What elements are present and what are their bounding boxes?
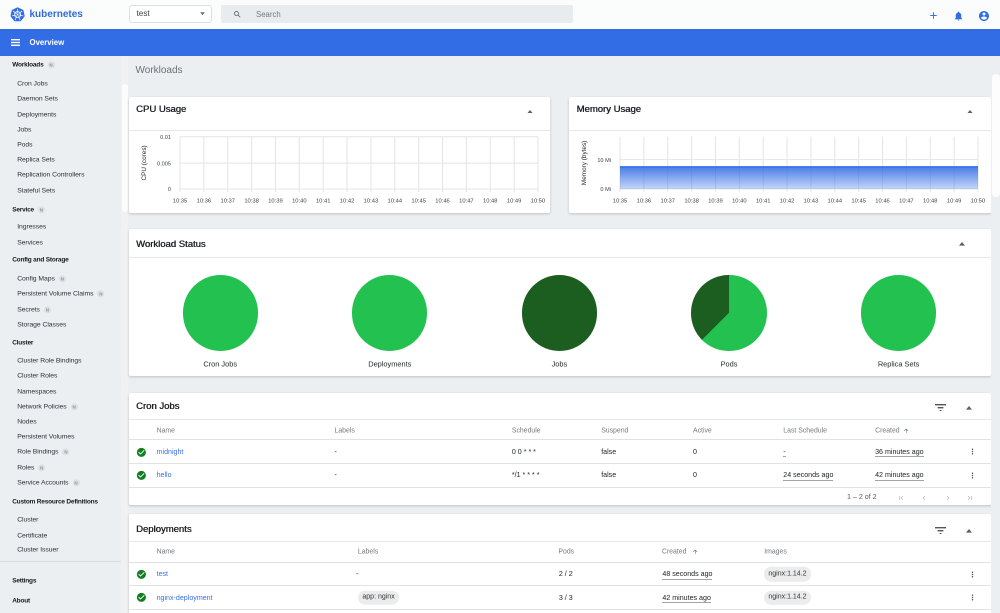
svg-text:10:47: 10:47	[899, 199, 914, 205]
svg-text:10:42: 10:42	[780, 199, 795, 205]
svg-text:10:50: 10:50	[530, 199, 545, 205]
svg-text:10:38: 10:38	[244, 199, 259, 205]
svg-text:10:43: 10:43	[804, 199, 819, 205]
svg-text:10:41: 10:41	[315, 199, 330, 205]
svg-text:10:48: 10:48	[923, 199, 938, 205]
svg-text:10:40: 10:40	[732, 199, 747, 205]
svg-text:10:42: 10:42	[339, 199, 354, 205]
svg-text:10:43: 10:43	[363, 199, 378, 205]
svg-text:10:44: 10:44	[828, 199, 843, 205]
svg-text:10:35: 10:35	[613, 199, 628, 205]
svg-text:10:35: 10:35	[172, 199, 187, 205]
svg-text:10:48: 10:48	[483, 199, 498, 205]
svg-text:10:39: 10:39	[268, 199, 283, 205]
svg-text:0.005: 0.005	[157, 161, 171, 167]
svg-text:10:44: 10:44	[387, 199, 402, 205]
svg-text:10:37: 10:37	[660, 199, 675, 205]
svg-text:10:38: 10:38	[684, 199, 699, 205]
svg-text:10:49: 10:49	[947, 199, 962, 205]
svg-text:10:37: 10:37	[220, 199, 235, 205]
svg-text:10:36: 10:36	[196, 199, 211, 205]
svg-text:Memory (bytes): Memory (bytes)	[581, 141, 588, 185]
svg-text:10:40: 10:40	[292, 199, 307, 205]
svg-text:10:36: 10:36	[637, 199, 652, 205]
svg-text:0: 0	[167, 187, 170, 193]
svg-text:0 Mi: 0 Mi	[600, 187, 611, 193]
svg-text:10:50: 10:50	[971, 199, 986, 205]
svg-text:10:46: 10:46	[435, 199, 450, 205]
svg-text:10:47: 10:47	[459, 199, 474, 205]
svg-text:10:45: 10:45	[851, 199, 866, 205]
svg-text:10:41: 10:41	[756, 199, 771, 205]
svg-text:10 Mi: 10 Mi	[597, 158, 611, 164]
svg-text:10:39: 10:39	[708, 199, 723, 205]
svg-text:10:45: 10:45	[411, 199, 426, 205]
svg-text:CPU (cores): CPU (cores)	[141, 145, 148, 180]
svg-text:10:46: 10:46	[875, 199, 890, 205]
svg-text:0.01: 0.01	[160, 135, 171, 141]
svg-text:10:49: 10:49	[506, 199, 521, 205]
